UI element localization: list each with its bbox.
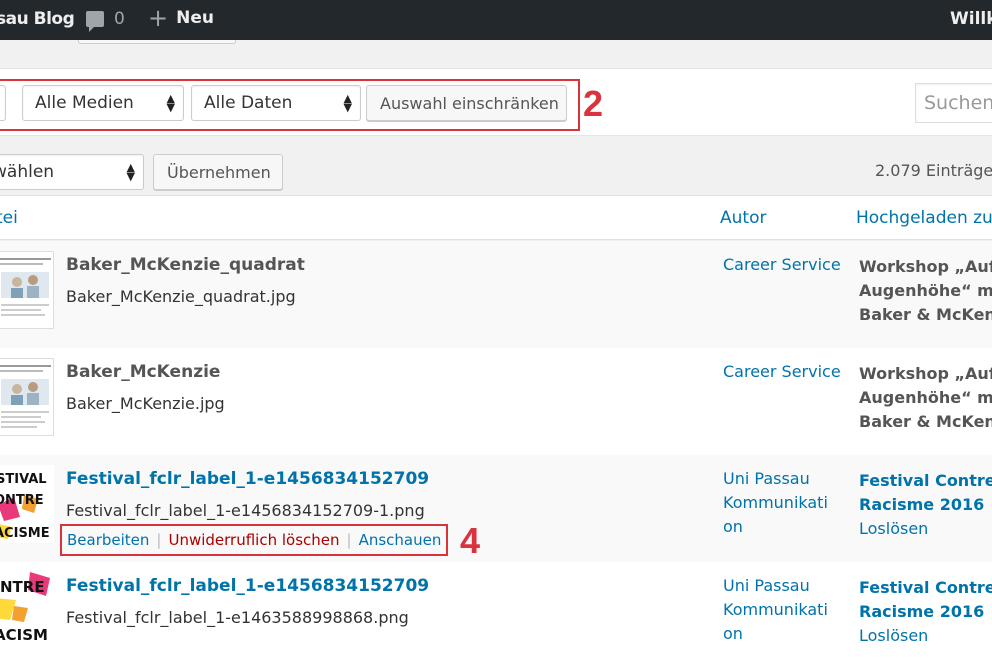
thumb-text: ACISME [0, 526, 50, 541]
comments-link[interactable]: 0 [86, 9, 125, 32]
view-link[interactable]: Anschauen [359, 531, 442, 549]
table-row: Baker_McKenzie Baker_McKenzie.jpg Career… [0, 348, 992, 455]
media-filename: Baker_McKenzie.jpg [66, 394, 225, 413]
table-row: NTRE ACISM Festival_fclr_label_1-e145683… [0, 562, 992, 664]
separator: | [156, 531, 162, 549]
media-filter-bar: Alle Medien ▲ ▼ Alle Daten ▲ ▼ Auswahl ein… [0, 68, 992, 136]
apply-button[interactable]: Übernehmen [153, 154, 283, 190]
annotation-marker-4: 4 [460, 520, 481, 561]
highlight-box-filters [0, 79, 580, 131]
media-thumbnail[interactable] [0, 251, 54, 329]
media-thumbnail[interactable]: STIVAL ONTRE ACISME [0, 465, 54, 543]
uploaded-to-link[interactable]: Festival Contre Le Racisme 2016 [859, 469, 992, 517]
uploaded-to-cell: Festival Contre Le Racisme 2016 Loslösen [859, 469, 992, 541]
delete-permanently-link[interactable]: Unwiderruflich löschen [168, 531, 339, 549]
media-title[interactable]: Festival_fclr_label_1-e1456834152709 [66, 576, 429, 596]
thumb-text: NTRE [0, 578, 45, 596]
media-title[interactable]: Festival_fclr_label_1-e1456834152709 [66, 469, 429, 489]
uploaded-to-link[interactable]: Workshop „Auf Augenhöhe“ mit Baker & McK… [859, 362, 992, 434]
thumb-text: ACISM [0, 626, 48, 644]
column-uploaded-to[interactable]: Hochgeladen zu [856, 208, 992, 228]
media-thumbnail[interactable] [0, 358, 54, 436]
media-filename: Baker_McKenzie_quadrat.jpg [66, 287, 296, 306]
new-content-link[interactable]: + Neu [148, 4, 214, 32]
media-thumbnail[interactable]: NTRE ACISM [0, 570, 54, 648]
new-label: Neu [176, 8, 214, 28]
media-author-link[interactable]: Uni Passau Kommunikati on [723, 467, 843, 539]
detach-link[interactable]: Loslösen [859, 517, 992, 541]
admin-bar: sau Blog 0 + Neu Willko [0, 0, 992, 40]
media-author-link[interactable]: Career Service [723, 253, 843, 277]
media-filename: Festival_fclr_label_1-e1463588998868.png [66, 608, 409, 627]
table-row: Baker_McKenzie_quadrat Baker_McKenzie_qu… [0, 241, 992, 348]
uploaded-to-cell: Festival Contre Le Racisme 2016 Loslösen [859, 576, 992, 648]
column-author[interactable]: Autor [720, 208, 766, 228]
plus-icon: + [148, 4, 169, 32]
edit-link[interactable]: Bearbeiten [67, 531, 149, 549]
comment-bubble-icon [86, 11, 104, 32]
separator: | [346, 531, 352, 549]
item-count: 2.079 Einträge [875, 161, 992, 180]
media-author-link[interactable]: Uni Passau Kommunikati on [723, 574, 843, 646]
uploaded-to-link[interactable]: Workshop „Auf Augenhöhe“ mit Baker & McK… [859, 255, 992, 327]
bulk-action-select[interactable]: wählen ▲▼ [0, 154, 144, 190]
table-row: STIVAL ONTRE ACISME Festival_fclr_label_… [0, 455, 992, 562]
annotation-marker-2: 2 [583, 83, 604, 124]
uploaded-to-link[interactable]: Festival Contre Le Racisme 2016 [859, 576, 992, 624]
updown-icon: ▲ ▼ [126, 161, 135, 183]
comments-count: 0 [114, 9, 125, 29]
column-file[interactable]: tei [0, 208, 18, 228]
welcome-user[interactable]: Willko [950, 9, 992, 29]
thumb-text: STIVAL [0, 472, 47, 487]
site-name-link[interactable]: sau Blog [0, 9, 75, 29]
row-actions: Bearbeiten | Unwiderruflich löschen | An… [60, 524, 449, 556]
media-title[interactable]: Baker_McKenzie_quadrat [66, 255, 305, 275]
media-author-link[interactable]: Career Service [723, 360, 843, 384]
bulk-action-value: wählen [0, 162, 55, 182]
thumb-text: ONTRE [0, 493, 44, 508]
search-input[interactable]: Suchen [915, 83, 992, 123]
table-header: tei Autor Hochgeladen zu [0, 195, 992, 240]
media-filename: Festival_fclr_label_1-e1456834152709-1.p… [66, 501, 425, 520]
media-title[interactable]: Baker_McKenzie [66, 362, 220, 382]
upload-button-edge[interactable] [78, 40, 236, 44]
detach-link[interactable]: Loslösen [859, 624, 992, 648]
